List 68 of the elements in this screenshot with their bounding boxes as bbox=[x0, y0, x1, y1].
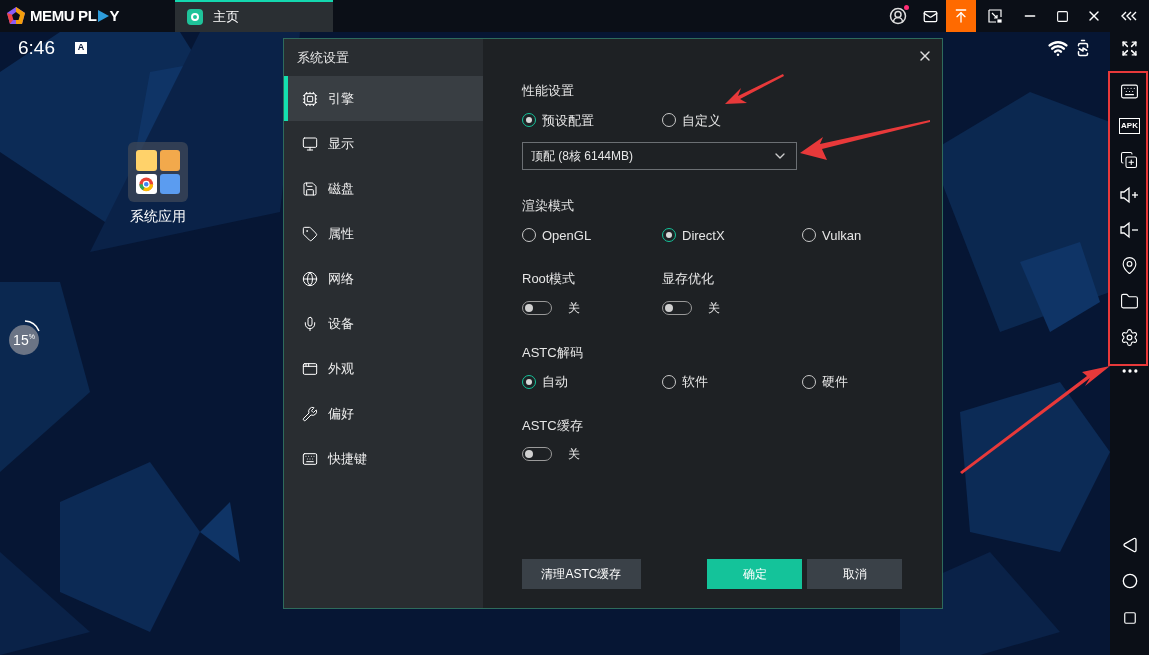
tab[interactable]: 主页 bbox=[175, 0, 333, 32]
app-folder[interactable] bbox=[128, 142, 188, 202]
usage-ring-icon bbox=[24, 320, 40, 332]
tag-icon bbox=[302, 225, 318, 242]
radio-label: DirectX bbox=[682, 226, 725, 245]
window-icon bbox=[302, 360, 318, 377]
play-triangle-icon bbox=[97, 10, 109, 22]
preset-dropdown[interactable]: 顶配 (8核 6144MB) bbox=[522, 142, 797, 170]
radio-label: 预设配置 bbox=[542, 111, 594, 130]
setting-label: 显存优化 bbox=[662, 270, 715, 288]
globe-icon bbox=[302, 270, 318, 287]
logo-icon bbox=[6, 6, 26, 26]
action-button[interactable]: 取消 bbox=[807, 559, 902, 589]
nav-item[interactable]: 设备 bbox=[284, 301, 483, 346]
apk-install-icon[interactable]: APK bbox=[1119, 118, 1140, 134]
folder-label: 系统应用 bbox=[130, 207, 186, 226]
brand-logo-text: MEMU PL Y bbox=[30, 5, 120, 26]
microphone-icon bbox=[302, 315, 318, 332]
nav-item[interactable]: 网络 bbox=[284, 256, 483, 301]
nav-item[interactable]: 磁盘 bbox=[284, 166, 483, 211]
settings-icon[interactable] bbox=[1120, 328, 1139, 347]
wrench-icon bbox=[302, 405, 318, 422]
fullscreen-icon[interactable] bbox=[1121, 40, 1138, 57]
maximize-icon[interactable] bbox=[1055, 9, 1069, 23]
monitor-icon bbox=[302, 135, 318, 152]
volume-down-icon[interactable] bbox=[1119, 221, 1140, 239]
radio-label: 自定义 bbox=[682, 111, 721, 130]
setting-label: Root模式 bbox=[522, 270, 577, 288]
setting-label: ASTC缓存 bbox=[522, 416, 584, 435]
annotation-arrow bbox=[725, 74, 784, 104]
radio-label: 软件 bbox=[682, 373, 708, 391]
toggle-state-label: 关 bbox=[568, 299, 580, 317]
radio-label: 自动 bbox=[542, 373, 568, 391]
section-label: 性能设置 bbox=[522, 82, 574, 100]
section-label: 渲染模式 bbox=[522, 197, 574, 215]
upload-icon bbox=[953, 8, 969, 24]
folder-icon[interactable] bbox=[1120, 292, 1139, 311]
nav-item[interactable]: 偏好 bbox=[284, 391, 483, 436]
keyboard-icon bbox=[302, 450, 318, 467]
nav-item[interactable]: 属性 bbox=[284, 211, 483, 256]
wifi-icon bbox=[1048, 38, 1068, 58]
nav-item[interactable]: 快捷键 bbox=[284, 436, 483, 481]
nav-item[interactable]: 显示 bbox=[284, 121, 483, 166]
toggle-state-label: 关 bbox=[708, 299, 720, 317]
screenshot-icon[interactable] bbox=[988, 9, 1002, 23]
avatar-icon[interactable] bbox=[889, 7, 907, 25]
browser-app-icon bbox=[136, 173, 157, 194]
home-icon[interactable] bbox=[1121, 573, 1138, 589]
recent-apps-icon[interactable] bbox=[1122, 611, 1137, 625]
collapse-icon[interactable] bbox=[1120, 11, 1139, 21]
back-icon[interactable] bbox=[1121, 537, 1138, 553]
section-label: ASTC解码 bbox=[522, 343, 583, 362]
chip-icon bbox=[302, 90, 318, 107]
toggle-state-label: 关 bbox=[568, 446, 580, 463]
dialog-title: 系统设置 bbox=[297, 48, 349, 67]
radio-label: Vulkan bbox=[822, 226, 862, 245]
home-app-icon bbox=[187, 9, 203, 25]
radio-label: 硬件 bbox=[822, 373, 848, 391]
nav-item[interactable]: 引擎 bbox=[284, 76, 483, 121]
action-button[interactable]: 清理ASTC缓存 bbox=[522, 559, 641, 589]
nav-item[interactable]: 外观 bbox=[284, 346, 483, 391]
mail-icon[interactable] bbox=[922, 8, 938, 24]
volume-up-icon[interactable] bbox=[1119, 186, 1140, 204]
clock-text: 6:46 bbox=[18, 35, 55, 60]
radio-label: OpenGL bbox=[542, 226, 592, 245]
multi-window-icon[interactable] bbox=[1120, 151, 1139, 169]
location-icon[interactable] bbox=[1120, 256, 1139, 275]
keyboard-icon[interactable] bbox=[1120, 82, 1139, 101]
